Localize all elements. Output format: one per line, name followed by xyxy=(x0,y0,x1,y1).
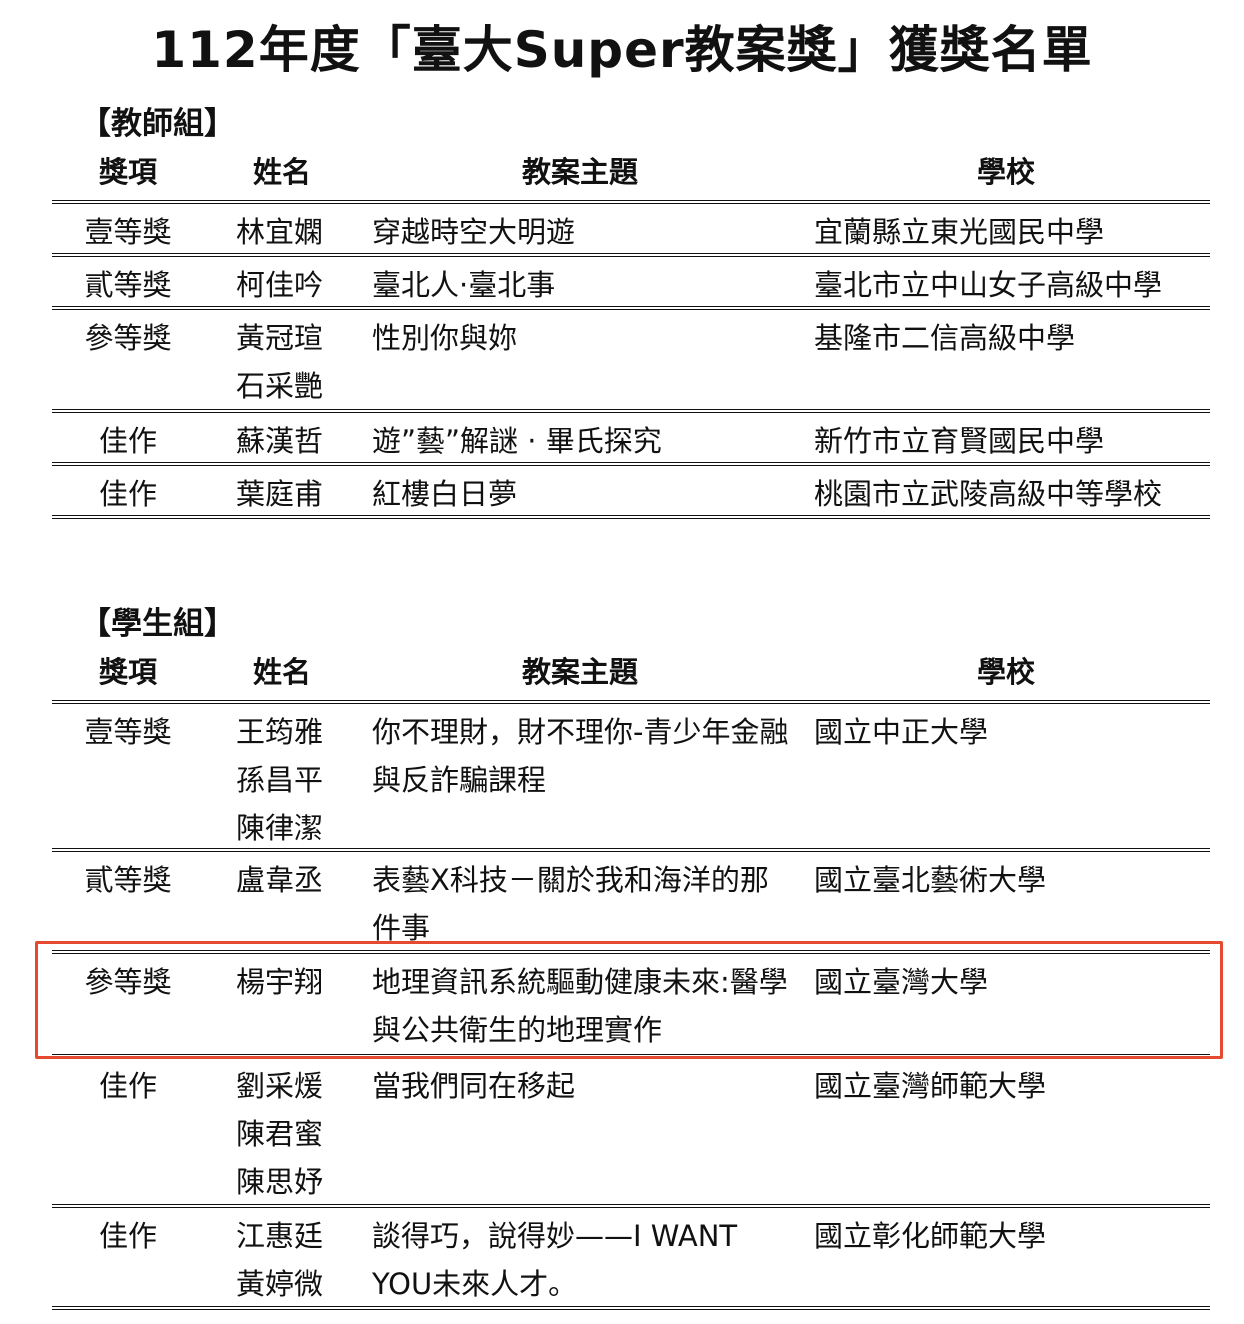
award-cell: 參等獎 xyxy=(84,965,172,999)
table-row: 貳等獎 盧韋丞 表藝X科技－關於我和海洋的那件事 國立臺北藝術大學 xyxy=(52,852,1210,954)
column-header-name: 姓名 xyxy=(252,655,311,689)
topic-cell: 你不理財，財不理你-青少年金融與反詐騙課程 xyxy=(372,715,789,797)
topic-cell: 遊”藝”解謎 · 畢氏探究 xyxy=(372,424,662,458)
name-cell: 蘇漢哲 xyxy=(236,417,356,465)
table-row: 參等獎 黃冠瑄 石采艷 性別你與妳 基隆市二信高級中學 xyxy=(52,310,1210,413)
award-cell: 貳等獎 xyxy=(84,863,172,897)
name-cell: 林宜嫻 xyxy=(236,208,356,256)
award-cell: 壹等獎 xyxy=(84,715,172,749)
topic-cell: 臺北人·臺北事 xyxy=(372,268,556,302)
name-cell: 盧韋丞 xyxy=(236,856,356,904)
school-cell: 國立彰化師範大學 xyxy=(814,1219,1047,1253)
name-text: 葉庭甫 xyxy=(236,477,324,511)
name-text: 陳律潔 xyxy=(236,811,324,845)
column-header-award: 獎項 xyxy=(98,155,157,189)
name-cell: 黃冠瑄 石采艷 xyxy=(236,314,356,410)
student-table-header: 獎項 姓名 教案主題 學校 xyxy=(52,650,1210,704)
column-header-school: 學校 xyxy=(976,155,1035,189)
name-cell: 柯佳吟 xyxy=(236,261,356,309)
topic-cell: 地理資訊系統驅動健康未來:醫學與公共衛生的地理實作 xyxy=(372,965,788,1047)
column-header-topic: 教案主題 xyxy=(521,155,638,189)
school-cell: 國立臺灣師範大學 xyxy=(814,1069,1047,1103)
school-cell: 臺北市立中山女子高級中學 xyxy=(814,268,1163,302)
column-header-name: 姓名 xyxy=(252,155,311,189)
award-cell: 佳作 xyxy=(98,1069,157,1103)
student-group-title: 【學生組】 xyxy=(80,606,235,642)
school-cell: 國立中正大學 xyxy=(814,715,989,749)
topic-cell: 紅樓白日夢 xyxy=(372,477,518,511)
teacher-table-header: 獎項 姓名 教案主題 學校 xyxy=(52,150,1210,204)
name-cell: 劉采煖 陳君蜜 陳思妤 xyxy=(236,1062,356,1206)
award-cell: 佳作 xyxy=(98,1219,157,1253)
teacher-group-title: 【教師組】 xyxy=(80,106,235,142)
name-text: 柯佳吟 xyxy=(236,268,324,302)
topic-cell: 表藝X科技－關於我和海洋的那件事 xyxy=(372,863,769,945)
name-cell: 楊宇翔 xyxy=(236,958,356,1006)
award-cell: 貳等獎 xyxy=(84,268,172,302)
name-text: 陳思妤 xyxy=(236,1165,324,1199)
name-text: 林宜嫻 xyxy=(236,215,324,249)
table-row-highlighted: 參等獎 楊宇翔 地理資訊系統驅動健康未來:醫學與公共衛生的地理實作 國立臺灣大學 xyxy=(52,954,1210,1058)
name-text: 孫昌平 xyxy=(236,763,324,797)
table-row: 佳作 江惠廷 黃婷微 談得巧，說得妙——I WANT YOU未來人才。 國立彰化… xyxy=(52,1208,1210,1310)
school-cell: 桃園市立武陵高級中等學校 xyxy=(814,477,1163,511)
school-cell: 國立臺北藝術大學 xyxy=(814,863,1047,897)
topic-cell: 當我們同在移起 xyxy=(372,1069,576,1103)
column-header-school: 學校 xyxy=(976,655,1035,689)
name-text: 楊宇翔 xyxy=(236,965,324,999)
page-title: 112年度「臺大Super教案獎」獲獎名單 xyxy=(151,21,1093,79)
topic-cell: 談得巧，說得妙——I WANT YOU未來人才。 xyxy=(372,1219,738,1301)
school-cell: 國立臺灣大學 xyxy=(814,965,989,999)
table-row: 貳等獎 柯佳吟 臺北人·臺北事 臺北市立中山女子高級中學 xyxy=(52,257,1210,310)
award-cell: 佳作 xyxy=(98,424,157,458)
name-text: 蘇漢哲 xyxy=(236,424,324,458)
award-cell: 佳作 xyxy=(98,477,157,511)
school-cell: 新竹市立育賢國民中學 xyxy=(814,424,1105,458)
name-text: 石采艷 xyxy=(236,369,324,403)
table-row: 壹等獎 林宜嫻 穿越時空大明遊 宜蘭縣立東光國民中學 xyxy=(52,204,1210,257)
column-header-topic: 教案主題 xyxy=(521,655,638,689)
name-text: 黃婷微 xyxy=(236,1267,324,1301)
name-cell: 葉庭甫 xyxy=(236,470,356,518)
name-text: 劉采煖 xyxy=(236,1069,324,1103)
name-text: 江惠廷 xyxy=(236,1219,324,1253)
name-text: 王筠雅 xyxy=(236,715,324,749)
topic-cell: 性別你與妳 xyxy=(372,321,518,355)
teacher-table: 獎項 姓名 教案主題 學校 壹等獎 林宜嫻 穿越時空大明遊 宜蘭縣立東光國民中學… xyxy=(52,150,1210,519)
name-text: 陳君蜜 xyxy=(236,1117,324,1151)
name-text: 黃冠瑄 xyxy=(236,321,324,355)
name-cell: 江惠廷 黃婷微 xyxy=(236,1212,356,1308)
school-cell: 宜蘭縣立東光國民中學 xyxy=(814,215,1105,249)
topic-cell: 穿越時空大明遊 xyxy=(372,215,576,249)
award-cell: 參等獎 xyxy=(84,321,172,355)
school-cell: 基隆市二信高級中學 xyxy=(814,321,1076,355)
award-cell: 壹等獎 xyxy=(84,215,172,249)
table-row: 佳作 蘇漢哲 遊”藝”解謎 · 畢氏探究 新竹市立育賢國民中學 xyxy=(52,413,1210,466)
table-row: 佳作 葉庭甫 紅樓白日夢 桃園市立武陵高級中等學校 xyxy=(52,466,1210,519)
student-table: 獎項 姓名 教案主題 學校 壹等獎 王筠雅 孫昌平 陳律潔 你不理財，財不理你-… xyxy=(52,650,1210,1310)
table-row: 壹等獎 王筠雅 孫昌平 陳律潔 你不理財，財不理你-青少年金融與反詐騙課程 國立… xyxy=(52,704,1210,852)
name-cell: 王筠雅 孫昌平 陳律潔 xyxy=(236,708,356,852)
column-header-award: 獎項 xyxy=(98,655,157,689)
name-text: 盧韋丞 xyxy=(236,863,324,897)
table-row: 佳作 劉采煖 陳君蜜 陳思妤 當我們同在移起 國立臺灣師範大學 xyxy=(52,1058,1210,1208)
